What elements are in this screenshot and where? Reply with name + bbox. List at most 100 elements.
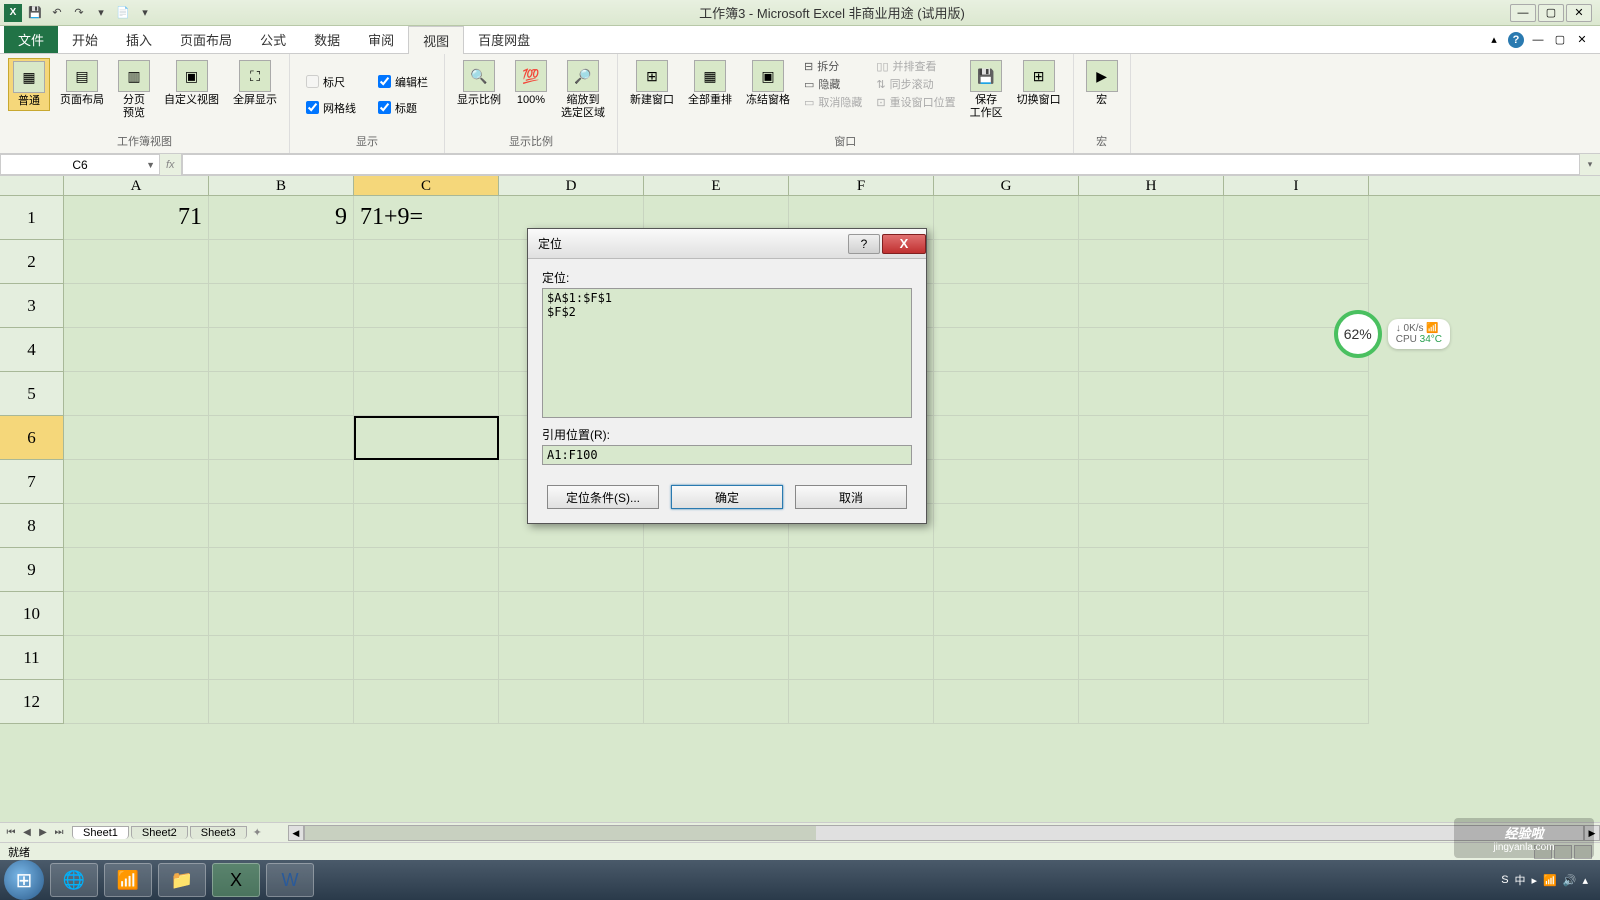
cell-G2[interactable] <box>934 240 1079 284</box>
cell-H1[interactable] <box>1079 196 1224 240</box>
tray-flag-icon[interactable]: ▸ <box>1532 874 1538 887</box>
cell-A4[interactable] <box>64 328 209 372</box>
dialog-close-button[interactable]: X <box>882 234 926 254</box>
sheet-nav-next-icon[interactable]: ▶ <box>36 827 50 838</box>
special-button[interactable]: 定位条件(S)... <box>547 485 659 509</box>
cell-H8[interactable] <box>1079 504 1224 548</box>
row-header-9[interactable]: 9 <box>0 548 64 592</box>
cell-G8[interactable] <box>934 504 1079 548</box>
save-workspace-button[interactable]: 💾保存 工作区 <box>966 58 1007 122</box>
cell-G10[interactable] <box>934 592 1079 636</box>
tab-insert[interactable]: 插入 <box>112 26 166 53</box>
cell-C4[interactable] <box>354 328 499 372</box>
row-header-1[interactable]: 1 <box>0 196 64 240</box>
zoom-100-button[interactable]: 💯100% <box>511 58 551 109</box>
cell-C3[interactable] <box>354 284 499 328</box>
cell-G6[interactable] <box>934 416 1079 460</box>
cell-B5[interactable] <box>209 372 354 416</box>
headings-checkbox[interactable]: 标题 <box>376 98 430 118</box>
hide-button[interactable]: ▭ 隐藏 <box>804 76 862 92</box>
doc-minimize-icon[interactable]: — <box>1530 32 1546 48</box>
cell-H3[interactable] <box>1079 284 1224 328</box>
qat-dropdown-icon[interactable]: ▾ <box>136 4 154 22</box>
cell-G4[interactable] <box>934 328 1079 372</box>
cell-B3[interactable] <box>209 284 354 328</box>
arrange-all-button[interactable]: ▦全部重排 <box>684 58 736 109</box>
formula-expand-icon[interactable]: ▾ <box>1580 154 1600 175</box>
row-header-12[interactable]: 12 <box>0 680 64 724</box>
cell-G7[interactable] <box>934 460 1079 504</box>
cell-I11[interactable] <box>1224 636 1369 680</box>
cell-G3[interactable] <box>934 284 1079 328</box>
cell-C7[interactable] <box>354 460 499 504</box>
cell-B2[interactable] <box>209 240 354 284</box>
macros-button[interactable]: ▶宏 <box>1082 58 1122 109</box>
cell-I8[interactable] <box>1224 504 1369 548</box>
dialog-titlebar[interactable]: 定位 ? X <box>528 229 926 259</box>
fx-icon[interactable]: fx <box>166 159 175 171</box>
cell-B4[interactable] <box>209 328 354 372</box>
cell-C6[interactable] <box>354 416 499 460</box>
tray-sound-icon[interactable]: 🔊 <box>1563 874 1577 887</box>
cell-I12[interactable] <box>1224 680 1369 724</box>
cell-A2[interactable] <box>64 240 209 284</box>
close-button[interactable]: ✕ <box>1566 4 1592 22</box>
cell-F9[interactable] <box>789 548 934 592</box>
tab-home[interactable]: 开始 <box>58 26 112 53</box>
sheet-tab-3[interactable]: Sheet3 <box>190 826 247 839</box>
doc-restore-icon[interactable]: ▢ <box>1552 32 1568 48</box>
view-pagelayout-button[interactable]: ▤页面布局 <box>56 58 108 109</box>
select-all-corner[interactable] <box>0 176 64 195</box>
cell-I10[interactable] <box>1224 592 1369 636</box>
col-header-G[interactable]: G <box>934 176 1079 195</box>
formula-input[interactable] <box>182 154 1580 175</box>
tray-net-icon[interactable]: 📶 <box>1543 874 1557 887</box>
cancel-button[interactable]: 取消 <box>795 485 907 509</box>
cell-A9[interactable] <box>64 548 209 592</box>
unhide-button[interactable]: ▭ 取消隐藏 <box>804 94 862 110</box>
cell-B11[interactable] <box>209 636 354 680</box>
view-custom-button[interactable]: ▣自定义视图 <box>160 58 223 109</box>
cell-B7[interactable] <box>209 460 354 504</box>
cell-B9[interactable] <box>209 548 354 592</box>
cell-H10[interactable] <box>1079 592 1224 636</box>
cell-D11[interactable] <box>499 636 644 680</box>
cell-E10[interactable] <box>644 592 789 636</box>
task-wifi-icon[interactable]: 📶 <box>104 863 152 897</box>
cell-A1[interactable]: 71 <box>64 196 209 240</box>
hscroll-left-icon[interactable]: ◀ <box>288 825 304 841</box>
col-header-H[interactable]: H <box>1079 176 1224 195</box>
cell-C5[interactable] <box>354 372 499 416</box>
cell-I6[interactable] <box>1224 416 1369 460</box>
tray-lang-icon[interactable]: 中 <box>1515 872 1526 888</box>
cell-E11[interactable] <box>644 636 789 680</box>
tab-data[interactable]: 数据 <box>300 26 354 53</box>
cell-I9[interactable] <box>1224 548 1369 592</box>
zoom-selection-button[interactable]: 🔎缩放到 选定区域 <box>557 58 609 122</box>
cell-D10[interactable] <box>499 592 644 636</box>
cell-I7[interactable] <box>1224 460 1369 504</box>
tab-review[interactable]: 审阅 <box>354 26 408 53</box>
cell-C11[interactable] <box>354 636 499 680</box>
view-fullscreen-button[interactable]: ⛶全屏显示 <box>229 58 281 109</box>
cell-F10[interactable] <box>789 592 934 636</box>
cell-A8[interactable] <box>64 504 209 548</box>
cell-A7[interactable] <box>64 460 209 504</box>
cell-I1[interactable] <box>1224 196 1369 240</box>
task-excel-icon[interactable]: X <box>212 863 260 897</box>
cell-B6[interactable] <box>209 416 354 460</box>
hscroll-track[interactable] <box>304 825 1584 841</box>
task-explorer-icon[interactable]: 📁 <box>158 863 206 897</box>
tab-view[interactable]: 视图 <box>408 26 464 54</box>
ruler-checkbox[interactable]: 标尺 <box>304 72 358 92</box>
zoom-button[interactable]: 🔍显示比例 <box>453 58 505 109</box>
row-header-6[interactable]: 6 <box>0 416 64 460</box>
minimize-button[interactable]: — <box>1510 4 1536 22</box>
cell-G12[interactable] <box>934 680 1079 724</box>
namebox-dropdown-icon[interactable]: ▼ <box>146 160 155 170</box>
tray-more-icon[interactable]: ▴ <box>1582 874 1588 887</box>
sheet-nav-last-icon[interactable]: ⏭ <box>52 827 66 838</box>
maximize-button[interactable]: ▢ <box>1538 4 1564 22</box>
cell-A10[interactable] <box>64 592 209 636</box>
col-header-F[interactable]: F <box>789 176 934 195</box>
